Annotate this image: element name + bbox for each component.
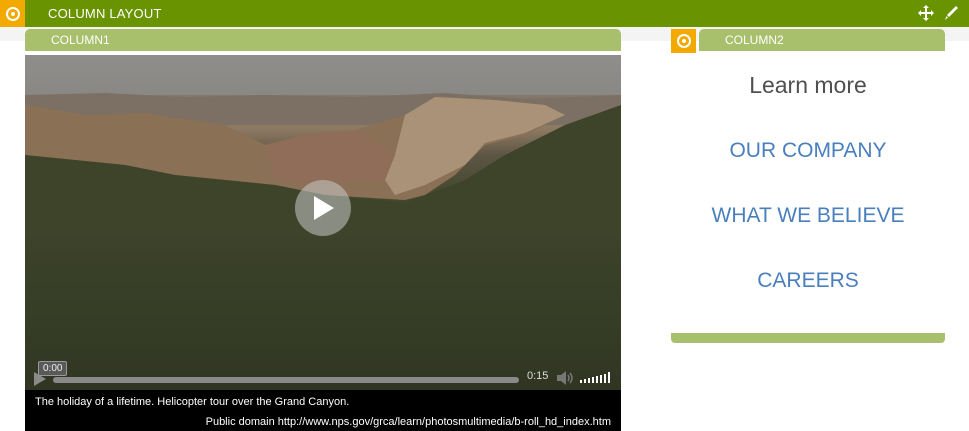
duration-label: 0:15 [527, 370, 549, 382]
controls-play-icon[interactable] [33, 372, 47, 386]
play-button[interactable] [295, 180, 351, 236]
caption-text: The holiday of a lifetime. Helicopter to… [35, 396, 350, 408]
video-caption: The holiday of a lifetime. Helicopter to… [25, 390, 621, 431]
learn-more-heading: Learn more [749, 72, 867, 98]
volume-icon[interactable] [556, 370, 574, 386]
move-icon[interactable] [918, 5, 934, 21]
video-player[interactable]: 0:00 0:15 [25, 55, 621, 390]
progress-track[interactable] [53, 377, 519, 383]
play-icon [314, 196, 334, 220]
careers-link[interactable]: CAREERS [671, 269, 945, 293]
caption-credit: Public domain http://www.nps.gov/grca/le… [205, 416, 611, 428]
layout-handle[interactable] [0, 0, 25, 27]
edit-icon[interactable] [943, 5, 959, 21]
column1: COLUMN1 [25, 29, 621, 51]
column2-handle[interactable] [671, 29, 696, 53]
what-we-believe-link[interactable]: WHAT WE BELIEVE [671, 204, 945, 228]
video-controls: 0:00 0:15 [25, 360, 621, 390]
layout-title: COLUMN LAYOUT [48, 6, 162, 21]
volume-slider[interactable] [580, 371, 616, 385]
column2-header[interactable]: COLUMN2 [699, 29, 945, 51]
target-icon [5, 6, 20, 21]
our-company-link[interactable]: OUR COMPANY [671, 139, 945, 163]
target-icon [676, 34, 691, 48]
column-layout-bar: COLUMN LAYOUT [0, 0, 969, 27]
column2-footer-bar [671, 333, 945, 343]
column1-header[interactable]: COLUMN1 [25, 29, 621, 51]
